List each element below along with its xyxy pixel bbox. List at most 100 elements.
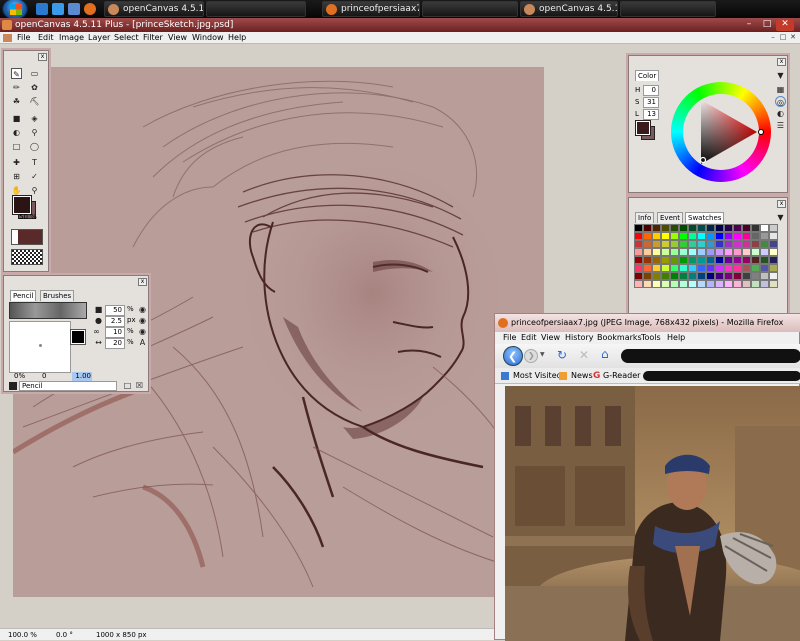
- swatch-cell[interactable]: [634, 248, 643, 256]
- swatch-cell[interactable]: [751, 224, 760, 232]
- swatch-cell[interactable]: [706, 240, 715, 248]
- swatch-cell[interactable]: [715, 264, 724, 272]
- history-dropdown-icon[interactable]: ▼: [540, 351, 545, 358]
- swatch-cell[interactable]: [742, 248, 751, 256]
- menu-file[interactable]: File: [17, 32, 30, 44]
- swatch-cell[interactable]: [643, 272, 652, 280]
- ff-menu-file[interactable]: File: [503, 332, 516, 344]
- menu-view[interactable]: View: [168, 32, 187, 44]
- swatch-cell[interactable]: [715, 240, 724, 248]
- pencil-tool-icon[interactable]: ✏: [11, 82, 22, 93]
- swatch-cell[interactable]: [733, 240, 742, 248]
- swatch-cell[interactable]: [679, 240, 688, 248]
- foreground-color-swatch[interactable]: [12, 195, 32, 215]
- swatch-cell[interactable]: [706, 264, 715, 272]
- swatch-cell[interactable]: [670, 232, 679, 240]
- color-panel-menu-icon[interactable]: ▼: [775, 70, 786, 81]
- swatch-cell[interactable]: [733, 224, 742, 232]
- tab-swatches[interactable]: Swatches: [685, 212, 725, 223]
- menu-help[interactable]: Help: [228, 32, 246, 44]
- swatch-cell[interactable]: [706, 224, 715, 232]
- opacity-pressure-toggle-icon[interactable]: ◉: [137, 304, 148, 315]
- swatch-cell[interactable]: [751, 264, 760, 272]
- swatch-cell[interactable]: [661, 280, 670, 288]
- swatch-cell[interactable]: [769, 280, 778, 288]
- swatch-cell[interactable]: [670, 224, 679, 232]
- swatch-cell[interactable]: [715, 280, 724, 288]
- brush-panel-close-button[interactable]: x: [138, 278, 147, 286]
- sv-triangle[interactable]: [671, 82, 771, 182]
- tab-info[interactable]: Info: [635, 212, 655, 223]
- menu-select[interactable]: Select: [114, 32, 139, 44]
- ff-menu-edit[interactable]: Edit: [521, 332, 537, 344]
- swatch-cell[interactable]: [751, 232, 760, 240]
- swatch-cell[interactable]: [769, 240, 778, 248]
- hardness-pressure-toggle-icon[interactable]: ◉: [137, 326, 148, 337]
- swatch-cell[interactable]: [733, 248, 742, 256]
- swatch-cell[interactable]: [706, 272, 715, 280]
- swatch-cell[interactable]: [688, 232, 697, 240]
- task-blank-2[interactable]: [422, 1, 518, 17]
- forward-button[interactable]: ❯: [524, 349, 538, 363]
- swatch-cell[interactable]: [652, 272, 661, 280]
- swatch-cell[interactable]: [697, 272, 706, 280]
- swatch-cell[interactable]: [733, 272, 742, 280]
- swatch-cell[interactable]: [661, 240, 670, 248]
- swatch-cell[interactable]: [724, 224, 733, 232]
- swatch-cell[interactable]: [670, 256, 679, 264]
- menu-image[interactable]: Image: [59, 32, 84, 44]
- swatch-cell[interactable]: [679, 280, 688, 288]
- stop-icon[interactable]: ✕: [579, 348, 589, 362]
- swatch-cell[interactable]: [688, 264, 697, 272]
- magic-wand-tool-icon[interactable]: ⚲: [29, 127, 40, 138]
- swatch-cell[interactable]: [751, 240, 760, 248]
- ff-menu-view[interactable]: View: [541, 332, 560, 344]
- swatch-cell[interactable]: [760, 248, 769, 256]
- new-preset-icon[interactable]: □: [122, 380, 133, 391]
- h-field[interactable]: 0: [643, 85, 659, 96]
- swatch-cell[interactable]: [643, 280, 652, 288]
- doc-minimize-button[interactable]: –: [768, 33, 778, 42]
- s-field[interactable]: 31: [643, 97, 659, 108]
- swatch-cell[interactable]: [679, 232, 688, 240]
- tab-color[interactable]: Color: [635, 70, 660, 81]
- tab-brushes[interactable]: Brushes: [40, 290, 75, 301]
- swatch-cell[interactable]: [643, 264, 652, 272]
- crop-tool-icon[interactable]: ⊞: [11, 171, 22, 182]
- swatch-cell[interactable]: [634, 264, 643, 272]
- brush-color-swatch[interactable]: [70, 329, 86, 345]
- size-field[interactable]: 2.5: [105, 316, 125, 327]
- minimize-button[interactable]: –: [740, 19, 758, 31]
- swatch-cell[interactable]: [706, 232, 715, 240]
- swatch-cell[interactable]: [742, 232, 751, 240]
- swatch-cell[interactable]: [643, 224, 652, 232]
- swatch-cell[interactable]: [670, 280, 679, 288]
- maximize-button[interactable]: □: [758, 19, 776, 31]
- back-button[interactable]: ❮: [503, 346, 523, 366]
- brush-preview[interactable]: [11, 229, 43, 245]
- swatch-cell[interactable]: [715, 256, 724, 264]
- swatch-cell[interactable]: [697, 280, 706, 288]
- hand-tool-icon[interactable]: ✋: [11, 185, 22, 196]
- swatch-cell[interactable]: [634, 280, 643, 288]
- size-pressure-toggle-icon[interactable]: ◉: [137, 315, 148, 326]
- swatch-cell[interactable]: [751, 248, 760, 256]
- pressure-curve-icon[interactable]: ∞: [91, 326, 102, 337]
- swatch-cell[interactable]: [751, 280, 760, 288]
- swatch-cell[interactable]: [760, 240, 769, 248]
- task-blank-3[interactable]: [620, 1, 716, 17]
- show-desktop-icon[interactable]: [36, 3, 48, 15]
- swatch-cell[interactable]: [733, 280, 742, 288]
- swatch-cell[interactable]: [634, 272, 643, 280]
- swatch-cell[interactable]: [652, 240, 661, 248]
- eyedropper-tool-icon[interactable]: ✓: [29, 171, 40, 182]
- swatch-cell[interactable]: [697, 240, 706, 248]
- swatch-cell[interactable]: [742, 224, 751, 232]
- swatch-cell[interactable]: [769, 248, 778, 256]
- swatch-cell[interactable]: [724, 232, 733, 240]
- bookmark-g-reader[interactable]: G-Reader: [603, 368, 640, 384]
- swatch-cell[interactable]: [742, 256, 751, 264]
- swatch-cell[interactable]: [643, 240, 652, 248]
- swatch-cell[interactable]: [661, 264, 670, 272]
- gradient-tool-icon[interactable]: ◐: [11, 127, 22, 138]
